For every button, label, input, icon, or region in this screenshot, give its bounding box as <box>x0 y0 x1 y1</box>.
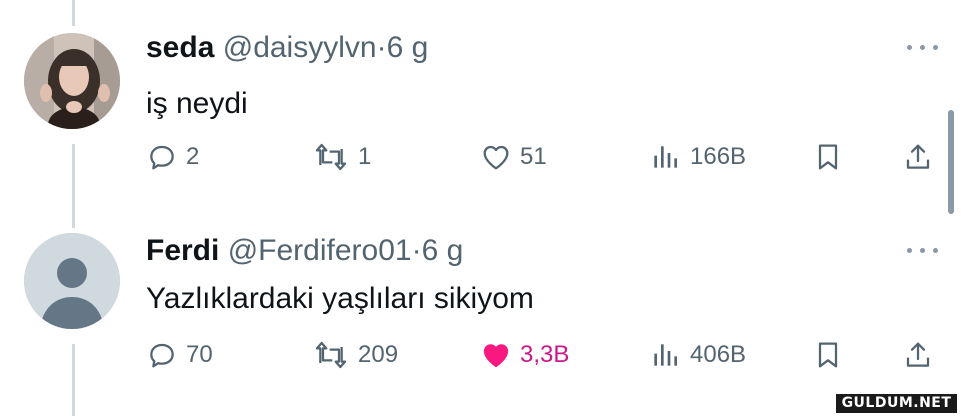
like-icon-filled <box>483 344 509 368</box>
avatar-photo <box>24 33 120 129</box>
share-icon <box>906 144 930 169</box>
retweet-icon <box>315 143 347 171</box>
action-bar: 70 209 3,3B 406B <box>0 335 961 375</box>
reply-count: 70 <box>186 341 213 368</box>
tweet-header: seda @daisyylvn·6 g <box>146 30 428 66</box>
separator-dot: · <box>376 31 387 64</box>
like-icon <box>483 145 509 170</box>
views-icon <box>654 146 677 168</box>
timestamp[interactable]: 6 g <box>387 31 429 64</box>
views-button[interactable]: 406B <box>648 335 746 375</box>
display-name[interactable]: Ferdi <box>146 234 219 267</box>
reply-button[interactable]: 70 <box>146 335 213 375</box>
views-button[interactable]: 166B <box>648 137 746 177</box>
tweet-text: iş neydi <box>146 87 248 120</box>
avatar[interactable] <box>24 33 120 129</box>
view-count: 166B <box>690 143 747 170</box>
retweet-button[interactable]: 209 <box>312 335 398 375</box>
bookmark-icon <box>818 144 838 170</box>
reply-icon <box>150 145 174 170</box>
share-button[interactable] <box>902 335 934 375</box>
watermark: GULDUM.NET <box>836 394 957 413</box>
like-button[interactable]: 3,3B <box>480 335 569 375</box>
retweet-count: 209 <box>358 341 399 368</box>
like-button[interactable]: 51 <box>480 137 547 177</box>
tweet-text: Yazlıklardaki yaşlıları sikiyom <box>146 282 534 315</box>
tweet[interactable]: Ferdi @Ferdifero01·6 g Yazlıklardaki yaş… <box>0 205 961 416</box>
reply-count: 2 <box>186 143 200 170</box>
tweet[interactable]: seda @daisyylvn·6 g iş neydi 2 1 51 166B <box>0 0 961 205</box>
action-bar: 2 1 51 166B <box>0 137 961 177</box>
more-icon[interactable] <box>906 245 940 255</box>
avatar[interactable] <box>24 233 120 329</box>
tweet-header: Ferdi @Ferdifero01·6 g <box>146 233 463 269</box>
retweet-icon <box>315 341 347 369</box>
reply-icon <box>150 343 174 368</box>
like-count: 51 <box>520 143 547 170</box>
share-button[interactable] <box>902 137 934 177</box>
bookmark-button[interactable] <box>812 137 844 177</box>
bookmark-icon <box>818 342 838 368</box>
retweet-count: 1 <box>358 143 372 170</box>
default-avatar-icon <box>24 233 120 329</box>
timestamp[interactable]: 6 g <box>422 234 464 267</box>
view-count: 406B <box>690 341 747 368</box>
like-count: 3,3B <box>520 341 570 368</box>
share-icon <box>906 342 930 367</box>
retweet-button[interactable]: 1 <box>312 137 371 177</box>
separator-dot: · <box>411 234 422 267</box>
username[interactable]: @Ferdifero01 <box>228 234 412 267</box>
reply-button[interactable]: 2 <box>146 137 199 177</box>
views-icon <box>654 344 677 366</box>
display-name[interactable]: seda <box>146 31 214 64</box>
username[interactable]: @daisyylvn <box>223 31 377 64</box>
bookmark-button[interactable] <box>812 335 844 375</box>
more-icon[interactable] <box>906 42 940 52</box>
